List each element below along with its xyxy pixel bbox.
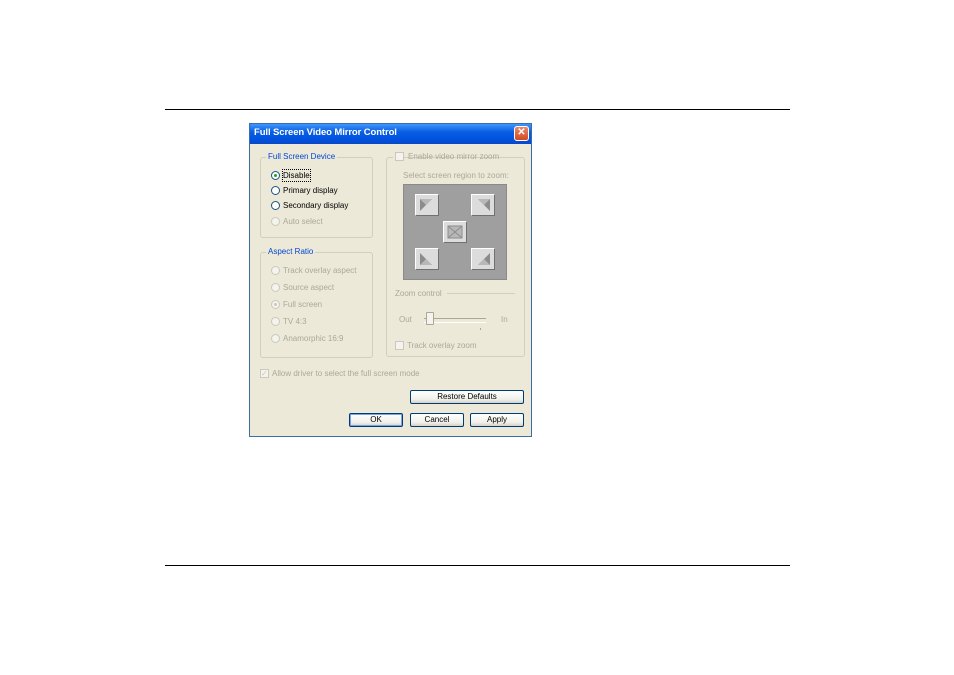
check-mark-icon: ✓	[261, 369, 268, 378]
bottom-left-arrow-icon	[420, 253, 432, 265]
close-icon: ✕	[517, 127, 526, 138]
select-region-label: Select screen region to zoom:	[403, 171, 509, 180]
radio-label: Anamorphic 16:9	[283, 334, 344, 343]
enable-mirror-zoom-label: Enable video mirror zoom	[408, 152, 500, 161]
radio-button[interactable]	[271, 217, 280, 226]
zoom-slider-thumb[interactable]	[426, 312, 434, 325]
window-title: Full Screen Video Mirror Control	[254, 127, 397, 138]
radio-button[interactable]	[271, 300, 280, 309]
radio-button[interactable]	[271, 171, 280, 180]
checkbox-box[interactable]	[395, 341, 404, 350]
zoom-top-left-button[interactable]	[415, 194, 439, 216]
radio-label: Track overlay aspect	[283, 266, 357, 275]
ok-button[interactable]: OK	[349, 413, 403, 427]
center-icon	[447, 225, 463, 239]
radio-label: TV 4:3	[283, 317, 307, 326]
bottom-rule	[165, 565, 790, 566]
radio-label: Disable	[282, 169, 311, 182]
zoom-top-right-button[interactable]	[471, 194, 495, 216]
full-screen-device-label: Full Screen Device	[266, 152, 338, 161]
radio-button[interactable]	[271, 334, 280, 343]
top-rule	[165, 109, 790, 110]
checkbox-box[interactable]: ✓	[260, 369, 269, 378]
allow-driver-label: Allow driver to select the full screen m…	[272, 369, 420, 378]
dialog-window: Full Screen Video Mirror Control ✕ Full …	[249, 123, 532, 437]
apply-button[interactable]: Apply	[470, 413, 524, 427]
top-left-arrow-icon	[420, 199, 432, 211]
zoom-bottom-left-button[interactable]	[415, 248, 439, 270]
radio-button[interactable]	[271, 266, 280, 275]
close-button[interactable]: ✕	[514, 126, 529, 141]
restore-defaults-button[interactable]: Restore Defaults	[410, 390, 524, 404]
radio-button[interactable]	[271, 186, 280, 195]
zoom-control-separator	[447, 293, 515, 294]
zoom-control-label: Zoom control	[395, 289, 442, 298]
radio-label: Auto select	[283, 217, 323, 226]
slider-in-label: In	[501, 315, 508, 324]
track-overlay-zoom-label: Track overlay zoom	[407, 341, 477, 350]
radio-label: Source aspect	[283, 283, 335, 292]
zoom-bottom-right-button[interactable]	[471, 248, 495, 270]
radio-button[interactable]	[271, 317, 280, 326]
enable-mirror-zoom-checkbox[interactable]: Enable video mirror zoom	[393, 151, 499, 162]
radio-button[interactable]	[271, 201, 280, 210]
checkbox-box[interactable]	[395, 152, 404, 161]
zoom-center-button[interactable]	[443, 221, 467, 243]
aspect-ratio-label: Aspect Ratio	[266, 247, 316, 256]
title-bar[interactable]: Full Screen Video Mirror Control ✕	[250, 124, 531, 144]
radio-label: Secondary display	[283, 201, 349, 210]
radio-label: Primary display	[283, 186, 338, 195]
cancel-button[interactable]: Cancel	[410, 413, 464, 427]
radio-button[interactable]	[271, 283, 280, 292]
slider-out-label: Out	[399, 315, 412, 324]
slider-tick	[480, 328, 481, 330]
bottom-right-arrow-icon	[478, 253, 490, 265]
top-right-arrow-icon	[478, 199, 490, 211]
zoom-region-grid	[403, 184, 507, 280]
radio-label: Full screen	[283, 300, 323, 309]
